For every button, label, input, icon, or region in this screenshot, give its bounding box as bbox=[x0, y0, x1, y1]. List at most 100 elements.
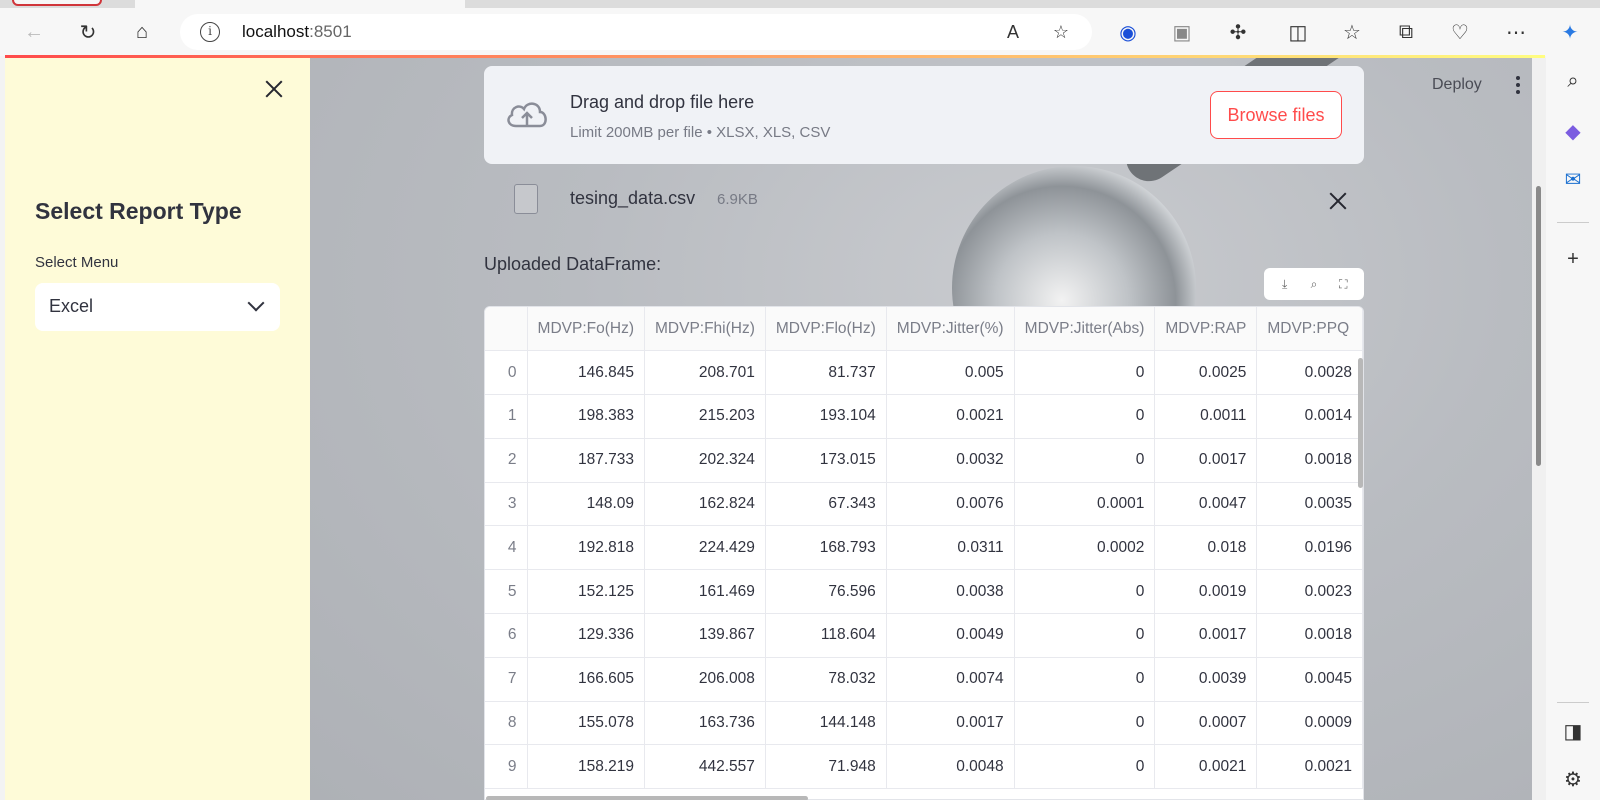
row-index-cell[interactable]: 1 bbox=[485, 394, 528, 439]
browser-essentials-icon[interactable]: ♡ bbox=[1444, 16, 1476, 48]
table-cell[interactable]: 0.0017 bbox=[1154, 438, 1258, 483]
browse-files-button[interactable]: Browse files bbox=[1210, 91, 1342, 139]
search-icon[interactable]: ⌕ bbox=[1304, 274, 1324, 294]
table-cell[interactable]: 0.0311 bbox=[886, 525, 1015, 571]
fullscreen-icon[interactable]: ⛶ bbox=[1333, 274, 1353, 294]
table-horizontal-scrollbar[interactable] bbox=[484, 796, 1364, 800]
index-header[interactable] bbox=[485, 307, 528, 352]
table-cell[interactable]: 0.0038 bbox=[886, 569, 1015, 615]
collections-icon[interactable]: ⧉ bbox=[1390, 16, 1422, 48]
table-cell[interactable]: 0.0009 bbox=[1256, 701, 1363, 746]
column-header[interactable]: MDVP:Flo(Hz) bbox=[765, 307, 887, 352]
table-cell[interactable]: 0 bbox=[1014, 438, 1156, 483]
row-index-cell[interactable]: 6 bbox=[485, 613, 528, 658]
table-cell[interactable]: 208.701 bbox=[644, 350, 766, 396]
table-cell[interactable]: 0.0017 bbox=[886, 701, 1015, 746]
favorites-icon[interactable]: ☆ bbox=[1336, 16, 1368, 48]
table-cell[interactable]: 0.0025 bbox=[1154, 350, 1258, 396]
table-cell[interactable]: 81.737 bbox=[765, 350, 887, 396]
table-cell[interactable]: 168.793 bbox=[765, 525, 887, 571]
table-cell[interactable]: 76.596 bbox=[765, 569, 887, 615]
table-cell[interactable]: 202.324 bbox=[644, 438, 766, 483]
download-icon[interactable]: ⤓ bbox=[1275, 274, 1295, 294]
column-header[interactable]: MDVP:Fhi(Hz) bbox=[644, 307, 766, 352]
table-cell[interactable]: 0.0007 bbox=[1154, 701, 1258, 746]
table-cell[interactable]: 206.008 bbox=[644, 657, 766, 702]
row-index-cell[interactable]: 2 bbox=[485, 438, 528, 483]
table-cell[interactable]: 0 bbox=[1014, 394, 1156, 439]
column-header[interactable]: MDVP:Jitter(Abs) bbox=[1014, 307, 1156, 352]
remove-file-icon[interactable] bbox=[1327, 190, 1349, 212]
table-cell[interactable]: 0 bbox=[1014, 569, 1156, 615]
sidebar-close-icon[interactable] bbox=[263, 78, 285, 100]
table-cell[interactable]: 0.0196 bbox=[1256, 525, 1363, 571]
table-cell[interactable]: 0.018 bbox=[1154, 525, 1258, 571]
table-cell[interactable]: 193.104 bbox=[765, 394, 887, 439]
split-screen-icon[interactable]: ◫ bbox=[1282, 16, 1314, 48]
table-cell[interactable]: 139.867 bbox=[644, 613, 766, 658]
dataframe-table[interactable]: MDVP:Fo(Hz) MDVP:Fhi(Hz) MDVP:Flo(Hz) MDVP:… bbox=[484, 306, 1364, 800]
favorite-star-icon[interactable]: ☆ bbox=[1048, 20, 1074, 44]
table-cell[interactable]: 442.557 bbox=[644, 744, 766, 790]
row-index-cell[interactable]: 5 bbox=[485, 569, 528, 615]
table-cell[interactable]: 0.0028 bbox=[1256, 350, 1363, 396]
main-menu-icon[interactable] bbox=[1514, 76, 1522, 96]
column-header[interactable]: MDVP:Jitter(%) bbox=[886, 307, 1015, 352]
table-cell[interactable]: 0 bbox=[1014, 613, 1156, 658]
copilot-app-icon[interactable]: ◆ bbox=[1558, 116, 1588, 146]
table-cell[interactable]: 0.0039 bbox=[1154, 657, 1258, 702]
table-cell[interactable]: 146.845 bbox=[527, 350, 646, 396]
table-cell[interactable]: 0.0019 bbox=[1154, 569, 1258, 615]
table-cell[interactable]: 198.383 bbox=[527, 394, 646, 439]
table-cell[interactable]: 192.818 bbox=[527, 525, 646, 571]
file-uploader-dropzone[interactable]: Drag and drop file here Limit 200MB per … bbox=[484, 66, 1364, 164]
tab-pill[interactable] bbox=[12, 0, 102, 6]
site-info-icon[interactable]: i bbox=[200, 22, 220, 42]
table-cell[interactable]: 129.336 bbox=[527, 613, 646, 658]
table-cell[interactable]: 0.0001 bbox=[1014, 482, 1156, 527]
table-cell[interactable]: 118.604 bbox=[765, 613, 887, 658]
column-header[interactable]: MDVP:PPQ bbox=[1256, 307, 1363, 352]
address-bar[interactable]: i localhost:8501 A ☆ bbox=[180, 14, 1092, 50]
refresh-icon[interactable]: ↻ bbox=[72, 16, 104, 48]
home-icon[interactable]: ⌂ bbox=[126, 16, 158, 48]
table-cell[interactable]: 0.0045 bbox=[1256, 657, 1363, 702]
active-tab[interactable] bbox=[135, 0, 465, 8]
table-cell[interactable]: 161.469 bbox=[644, 569, 766, 615]
row-index-cell[interactable]: 4 bbox=[485, 525, 528, 571]
table-cell[interactable]: 215.203 bbox=[644, 394, 766, 439]
table-cell[interactable]: 0.0023 bbox=[1256, 569, 1363, 615]
table-cell[interactable]: 0.0018 bbox=[1256, 438, 1363, 483]
settings-gear-icon[interactable]: ⚙ bbox=[1558, 764, 1588, 794]
table-cell[interactable]: 148.09 bbox=[527, 482, 646, 527]
table-cell[interactable]: 0.0002 bbox=[1014, 525, 1156, 571]
table-cell[interactable]: 0.0074 bbox=[886, 657, 1015, 702]
column-header[interactable]: MDVP:RAP bbox=[1154, 307, 1258, 352]
table-cell[interactable]: 224.429 bbox=[644, 525, 766, 571]
page-scrollbar[interactable] bbox=[1532, 58, 1546, 800]
table-cell[interactable]: 0.0032 bbox=[886, 438, 1015, 483]
row-index-cell[interactable]: 3 bbox=[485, 482, 528, 527]
table-cell[interactable]: 162.824 bbox=[644, 482, 766, 527]
table-cell[interactable]: 0.005 bbox=[886, 350, 1015, 396]
table-cell[interactable]: 166.605 bbox=[527, 657, 646, 702]
extensions-puzzle-icon[interactable]: ✣ bbox=[1222, 16, 1254, 48]
table-cell[interactable]: 0.0048 bbox=[886, 744, 1015, 790]
search-icon[interactable]: ⌕ bbox=[1558, 66, 1588, 96]
add-icon[interactable]: + bbox=[1558, 244, 1588, 274]
read-aloud-icon[interactable]: A bbox=[1000, 20, 1026, 44]
table-cell[interactable]: 144.148 bbox=[765, 701, 887, 746]
row-index-cell[interactable]: 9 bbox=[485, 744, 528, 790]
table-cell[interactable]: 0.0049 bbox=[886, 613, 1015, 658]
extension-icon[interactable]: ◉ bbox=[1112, 16, 1144, 48]
table-cell[interactable]: 0.0021 bbox=[886, 394, 1015, 439]
table-cell[interactable]: 0.0011 bbox=[1154, 394, 1258, 439]
table-cell[interactable]: 0 bbox=[1014, 657, 1156, 702]
sidebar-toggle-icon[interactable]: ◨ bbox=[1558, 716, 1588, 746]
table-cell[interactable]: 155.078 bbox=[527, 701, 646, 746]
row-index-cell[interactable]: 8 bbox=[485, 701, 528, 746]
row-index-cell[interactable]: 7 bbox=[485, 657, 528, 702]
table-cell[interactable]: 0.0021 bbox=[1154, 744, 1258, 790]
table-cell[interactable]: 163.736 bbox=[644, 701, 766, 746]
url-text[interactable]: localhost:8501 bbox=[242, 22, 352, 42]
